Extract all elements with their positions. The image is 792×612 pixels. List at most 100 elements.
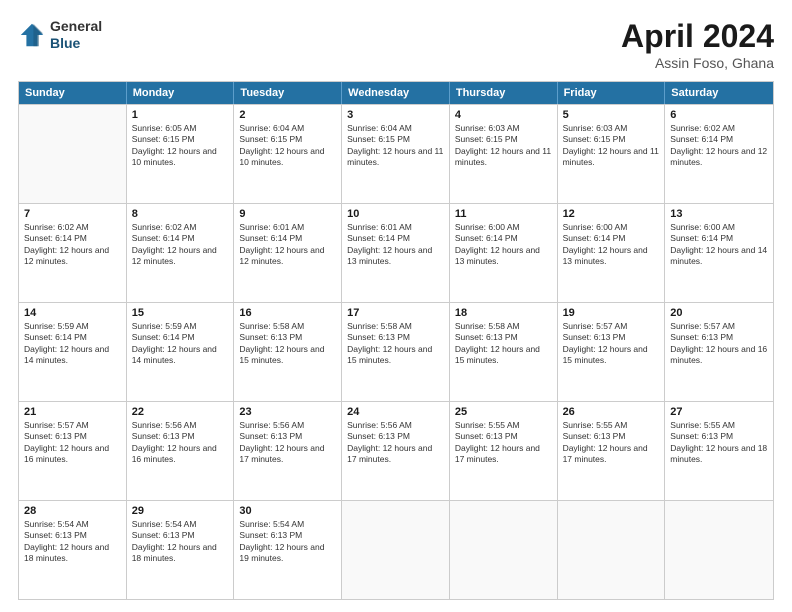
title-month: April 2024 bbox=[621, 18, 774, 55]
cell-info-1-4: Sunrise: 6:00 AM Sunset: 6:14 PM Dayligh… bbox=[455, 222, 552, 268]
weekday-wednesday: Wednesday bbox=[342, 82, 450, 104]
cell-info-1-0: Sunrise: 6:02 AM Sunset: 6:14 PM Dayligh… bbox=[24, 222, 121, 268]
weekday-friday: Friday bbox=[558, 82, 666, 104]
calendar-cell-2-3: 17 Sunrise: 5:58 AM Sunset: 6:13 PM Dayli… bbox=[342, 303, 450, 401]
cell-info-3-5: Sunrise: 5:55 AM Sunset: 6:13 PM Dayligh… bbox=[563, 420, 660, 466]
day-number-20: 20 bbox=[670, 307, 768, 319]
day-number-9: 9 bbox=[239, 208, 336, 220]
calendar-cell-4-0: 28Sunrise: 5:54 AM Sunset: 6:13 PM Dayli… bbox=[19, 501, 127, 599]
day-number-13: 13 bbox=[670, 208, 768, 220]
cell-info-2-4: Sunrise: 5:58 AM Sunset: 6:13 PM Dayligh… bbox=[455, 321, 552, 367]
day-number-4: 4 bbox=[455, 109, 552, 121]
weekday-sunday: Sunday bbox=[19, 82, 127, 104]
logo-text: General Blue bbox=[50, 18, 102, 52]
day-number-15: 15 bbox=[132, 307, 229, 319]
weekday-monday: Monday bbox=[127, 82, 235, 104]
calendar-row-1: 7 Sunrise: 6:02 AM Sunset: 6:14 PM Daylig… bbox=[19, 203, 773, 302]
cell-info-2-3: Sunrise: 5:58 AM Sunset: 6:13 PM Dayligh… bbox=[347, 321, 444, 367]
day-number-12: 12 bbox=[563, 208, 660, 220]
day-number-27: 27 bbox=[670, 406, 768, 418]
day-number-16: 16 bbox=[239, 307, 336, 319]
calendar-cell-1-6: 13 Sunrise: 6:00 AM Sunset: 6:14 PM Dayli… bbox=[665, 204, 773, 302]
calendar-cell-2-1: 15 Sunrise: 5:59 AM Sunset: 6:14 PM Dayli… bbox=[127, 303, 235, 401]
day-number-6: 6 bbox=[670, 109, 768, 121]
calendar-header: Sunday Monday Tuesday Wednesday Thursday… bbox=[19, 82, 773, 104]
calendar-cell-0-2: 2Sunrise: 6:04 AM Sunset: 6:15 PM Daylig… bbox=[234, 105, 342, 203]
calendar: Sunday Monday Tuesday Wednesday Thursday… bbox=[18, 81, 774, 600]
cell-info-0-5: Sunrise: 6:03 AM Sunset: 6:15 PM Dayligh… bbox=[563, 123, 660, 169]
calendar-cell-3-3: 24 Sunrise: 5:56 AM Sunset: 6:13 PM Dayli… bbox=[342, 402, 450, 500]
cell-info-0-1: Sunrise: 6:05 AM Sunset: 6:15 PM Dayligh… bbox=[132, 123, 229, 169]
calendar-cell-3-1: 22 Sunrise: 5:56 AM Sunset: 6:13 PM Dayli… bbox=[127, 402, 235, 500]
cell-info-0-4: Sunrise: 6:03 AM Sunset: 6:15 PM Dayligh… bbox=[455, 123, 552, 169]
calendar-cell-0-1: 1 Sunrise: 6:05 AM Sunset: 6:15 PM Daylig… bbox=[127, 105, 235, 203]
calendar-cell-3-6: 27 Sunrise: 5:55 AM Sunset: 6:13 PM Dayli… bbox=[665, 402, 773, 500]
calendar-cell-4-5 bbox=[558, 501, 666, 599]
calendar-cell-4-3 bbox=[342, 501, 450, 599]
calendar-row-4: 28 Sunrise: 5:54 AM Sunset: 6:13 PM Dayli… bbox=[19, 500, 773, 599]
page: General Blue April 2024 Assin Foso, Ghan… bbox=[0, 0, 792, 612]
cell-info-3-1: Sunrise: 5:56 AM Sunset: 6:13 PM Dayligh… bbox=[132, 420, 229, 466]
cell-info-2-1: Sunrise: 5:59 AM Sunset: 6:14 PM Dayligh… bbox=[132, 321, 229, 367]
weekday-tuesday: Tuesday bbox=[234, 82, 342, 104]
calendar-row-2: 14Sunrise: 5:59 AM Sunset: 6:14 PM Dayli… bbox=[19, 302, 773, 401]
day-number-18: 18 bbox=[455, 307, 552, 319]
calendar-cell-2-4: 18 Sunrise: 5:58 AM Sunset: 6:13 PM Dayli… bbox=[450, 303, 558, 401]
cell-info-3-4: Sunrise: 5:55 AM Sunset: 6:13 PM Dayligh… bbox=[455, 420, 552, 466]
cell-info-1-2: Sunrise: 6:01 AM Sunset: 6:14 PM Dayligh… bbox=[239, 222, 336, 268]
calendar-cell-1-4: 11 Sunrise: 6:00 AM Sunset: 6:14 PM Dayli… bbox=[450, 204, 558, 302]
calendar-cell-1-3: 10 Sunrise: 6:01 AM Sunset: 6:14 PM Dayli… bbox=[342, 204, 450, 302]
day-number-17: 17 bbox=[347, 307, 444, 319]
calendar-cell-1-0: 7 Sunrise: 6:02 AM Sunset: 6:14 PM Daylig… bbox=[19, 204, 127, 302]
day-number-10: 10 bbox=[347, 208, 444, 220]
cell-info-3-3: Sunrise: 5:56 AM Sunset: 6:13 PM Dayligh… bbox=[347, 420, 444, 466]
day-number-22: 22 bbox=[132, 406, 229, 418]
cell-info-0-6: Sunrise: 6:02 AM Sunset: 6:14 PM Dayligh… bbox=[670, 123, 768, 169]
calendar-cell-0-5: 5 Sunrise: 6:03 AM Sunset: 6:15 PM Daylig… bbox=[558, 105, 666, 203]
calendar-cell-2-6: 20 Sunrise: 5:57 AM Sunset: 6:13 PM Dayli… bbox=[665, 303, 773, 401]
calendar-cell-4-1: 29 Sunrise: 5:54 AM Sunset: 6:13 PM Dayli… bbox=[127, 501, 235, 599]
calendar-body: 1 Sunrise: 6:05 AM Sunset: 6:15 PM Daylig… bbox=[19, 104, 773, 599]
day-number-8: 8 bbox=[132, 208, 229, 220]
day-number-28: 28 bbox=[24, 505, 121, 517]
day-number-11: 11 bbox=[455, 208, 552, 220]
weekday-thursday: Thursday bbox=[450, 82, 558, 104]
day-number-29: 29 bbox=[132, 505, 229, 517]
day-number-1: 1 bbox=[132, 109, 229, 121]
calendar-cell-2-0: 14Sunrise: 5:59 AM Sunset: 6:14 PM Dayli… bbox=[19, 303, 127, 401]
calendar-cell-4-6 bbox=[665, 501, 773, 599]
day-number-7: 7 bbox=[24, 208, 121, 220]
cell-info-1-6: Sunrise: 6:00 AM Sunset: 6:14 PM Dayligh… bbox=[670, 222, 768, 268]
calendar-cell-3-2: 23Sunrise: 5:56 AM Sunset: 6:13 PM Dayli… bbox=[234, 402, 342, 500]
calendar-cell-3-0: 21 Sunrise: 5:57 AM Sunset: 6:13 PM Dayli… bbox=[19, 402, 127, 500]
calendar-cell-4-2: 30Sunrise: 5:54 AM Sunset: 6:13 PM Dayli… bbox=[234, 501, 342, 599]
day-number-30: 30 bbox=[239, 505, 336, 517]
cell-info-2-0: Sunrise: 5:59 AM Sunset: 6:14 PM Dayligh… bbox=[24, 321, 121, 367]
day-number-23: 23 bbox=[239, 406, 336, 418]
cell-info-1-3: Sunrise: 6:01 AM Sunset: 6:14 PM Dayligh… bbox=[347, 222, 444, 268]
calendar-cell-0-3: 3Sunrise: 6:04 AM Sunset: 6:15 PM Daylig… bbox=[342, 105, 450, 203]
cell-info-2-2: Sunrise: 5:58 AM Sunset: 6:13 PM Dayligh… bbox=[239, 321, 336, 367]
calendar-cell-2-5: 19Sunrise: 5:57 AM Sunset: 6:13 PM Dayli… bbox=[558, 303, 666, 401]
calendar-cell-3-4: 25Sunrise: 5:55 AM Sunset: 6:13 PM Dayli… bbox=[450, 402, 558, 500]
calendar-cell-1-2: 9 Sunrise: 6:01 AM Sunset: 6:14 PM Daylig… bbox=[234, 204, 342, 302]
cell-info-1-5: Sunrise: 6:00 AM Sunset: 6:14 PM Dayligh… bbox=[563, 222, 660, 268]
day-number-26: 26 bbox=[563, 406, 660, 418]
calendar-cell-3-5: 26 Sunrise: 5:55 AM Sunset: 6:13 PM Dayli… bbox=[558, 402, 666, 500]
weekday-saturday: Saturday bbox=[665, 82, 773, 104]
calendar-cell-0-4: 4 Sunrise: 6:03 AM Sunset: 6:15 PM Daylig… bbox=[450, 105, 558, 203]
day-number-24: 24 bbox=[347, 406, 444, 418]
cell-info-2-6: Sunrise: 5:57 AM Sunset: 6:13 PM Dayligh… bbox=[670, 321, 768, 367]
calendar-cell-4-4 bbox=[450, 501, 558, 599]
day-number-21: 21 bbox=[24, 406, 121, 418]
cell-info-4-1: Sunrise: 5:54 AM Sunset: 6:13 PM Dayligh… bbox=[132, 519, 229, 565]
day-number-5: 5 bbox=[563, 109, 660, 121]
cell-info-1-1: Sunrise: 6:02 AM Sunset: 6:14 PM Dayligh… bbox=[132, 222, 229, 268]
logo-blue-text: Blue bbox=[50, 35, 102, 52]
cell-info-3-0: Sunrise: 5:57 AM Sunset: 6:13 PM Dayligh… bbox=[24, 420, 121, 466]
logo-general-text: General bbox=[50, 18, 102, 35]
day-number-19: 19 bbox=[563, 307, 660, 319]
calendar-row-0: 1 Sunrise: 6:05 AM Sunset: 6:15 PM Daylig… bbox=[19, 104, 773, 203]
title-block: April 2024 Assin Foso, Ghana bbox=[621, 18, 774, 71]
cell-info-3-6: Sunrise: 5:55 AM Sunset: 6:13 PM Dayligh… bbox=[670, 420, 768, 466]
